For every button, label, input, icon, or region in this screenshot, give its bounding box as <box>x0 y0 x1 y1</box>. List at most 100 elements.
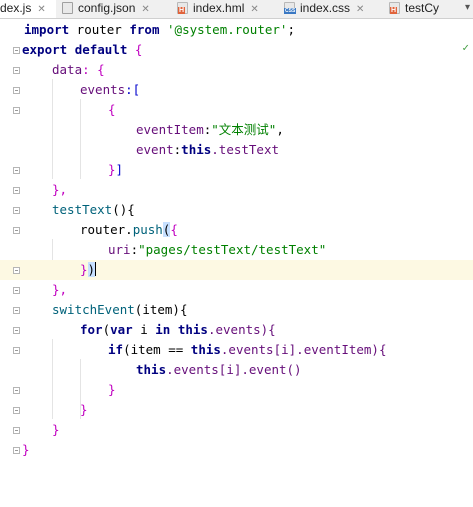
fold-marker-icon[interactable] <box>13 107 20 114</box>
html-file-icon <box>177 2 188 14</box>
function-name: push <box>132 222 163 237</box>
close-icon[interactable]: ✕ <box>141 4 149 15</box>
keyword: this <box>177 322 208 337</box>
keyword: import <box>24 22 70 37</box>
html-file-icon <box>389 2 400 14</box>
property: events <box>80 82 126 97</box>
code-line: switchEvent(item){ <box>0 300 473 320</box>
code-line: testText(){ <box>0 200 473 220</box>
tab-index-hml[interactable]: index.hml ✕ <box>177 0 277 18</box>
code-line: }, <box>0 180 473 200</box>
function-name: switchEvent <box>52 302 135 317</box>
tab-testcy[interactable]: testCy <box>389 0 459 18</box>
punct: (){ <box>112 202 135 217</box>
identifier: i <box>132 322 156 337</box>
keyword: export <box>22 42 68 57</box>
code-line: } <box>0 380 473 400</box>
punct: ( <box>102 322 111 337</box>
tab-menu-chevron-icon[interactable]: ▾ <box>465 0 470 16</box>
tab-label: config.json <box>78 1 136 15</box>
tab-index-css[interactable]: index.css ✕ <box>284 0 384 18</box>
string: "文本测试" <box>211 122 277 137</box>
fold-marker-icon[interactable] <box>13 387 20 394</box>
brace: { <box>170 222 178 237</box>
property: .testText <box>211 142 280 157</box>
string: "pages/testText/testText" <box>138 242 327 257</box>
code-line: uri:"pages/testText/testText" <box>0 240 473 260</box>
brace: } <box>80 262 88 277</box>
editor-tab-bar: dex.js ✕ config.json ✕ index.hml ✕ index.cs… <box>0 0 473 19</box>
tab-label: index.hml <box>193 1 245 15</box>
identifier: (item == <box>123 342 191 357</box>
fold-marker-icon[interactable] <box>13 67 20 74</box>
fold-marker-icon[interactable] <box>13 87 20 94</box>
keyword: in <box>155 322 171 337</box>
property: eventItem <box>136 122 204 137</box>
punct: , <box>276 122 284 137</box>
fold-marker-icon[interactable] <box>13 327 20 334</box>
keyword: default <box>74 42 128 57</box>
brace: } <box>80 402 88 417</box>
keyword: from <box>129 22 160 37</box>
fold-marker-icon[interactable] <box>13 267 20 274</box>
code-line: { <box>0 100 473 120</box>
brace: } <box>108 382 116 397</box>
property: .events[i].event() <box>166 362 302 377</box>
brace: { <box>108 102 116 117</box>
bracket: :[ <box>125 82 141 97</box>
function-name: testText <box>52 202 113 217</box>
code-line: this.events[i].event() <box>0 360 473 380</box>
fold-marker-icon[interactable] <box>13 287 20 294</box>
fold-marker-icon[interactable] <box>13 227 20 234</box>
fold-marker-icon[interactable] <box>13 407 20 414</box>
string: '@system.router' <box>167 22 288 37</box>
fold-marker-icon[interactable] <box>13 187 20 194</box>
brace: } <box>22 442 30 457</box>
fold-marker-icon[interactable] <box>13 347 20 354</box>
code-line: } <box>0 440 473 460</box>
punct: (item){ <box>134 302 188 317</box>
tab-label: index.css <box>300 1 351 15</box>
code-line: if(item == this.events[i].eventItem){ <box>0 340 473 360</box>
identifier: router. <box>80 222 133 237</box>
brace: { <box>127 42 143 57</box>
property: .events[i].eventItem){ <box>220 342 387 357</box>
code-line: export default { <box>0 40 473 60</box>
close-icon[interactable]: ✕ <box>37 4 45 15</box>
code-line: } <box>0 420 473 440</box>
code-line: events:[ <box>0 80 473 100</box>
current-code-line: }) <box>0 260 473 280</box>
keyword: var <box>110 322 133 337</box>
close-icon[interactable]: ✕ <box>250 4 258 15</box>
tab-config-json[interactable]: config.json ✕ <box>62 0 170 18</box>
identifier: router <box>69 22 130 37</box>
keyword: this <box>190 342 221 357</box>
keyword: this <box>181 142 212 157</box>
fold-marker-icon[interactable] <box>13 427 20 434</box>
tab-label: testCy <box>405 1 440 15</box>
fold-marker-icon[interactable] <box>13 167 20 174</box>
code-line: import router from '@system.router'; <box>0 20 473 40</box>
brace: } <box>108 162 116 177</box>
text-caret <box>95 262 97 276</box>
fold-marker-icon[interactable] <box>13 307 20 314</box>
punct: ; <box>287 22 295 37</box>
brace: } <box>52 422 60 437</box>
code-line: for(var i in this.events){ <box>0 320 473 340</box>
keyword: for <box>80 322 103 337</box>
fold-marker-icon[interactable] <box>13 447 20 454</box>
code-editor[interactable]: ✓ import router from '@system.router'; e… <box>0 19 473 507</box>
punct: : <box>130 242 139 257</box>
code-line: eventItem:"文本测试", <box>0 120 473 140</box>
code-line: data: { <box>0 60 473 80</box>
fold-marker-icon[interactable] <box>13 47 20 54</box>
json-file-icon <box>62 2 73 14</box>
close-icon[interactable]: ✕ <box>356 4 364 15</box>
tab-label: dex.js <box>0 1 32 15</box>
code-line: router.push({ <box>0 220 473 240</box>
tab-index-js[interactable]: dex.js ✕ <box>0 0 56 18</box>
fold-marker-icon[interactable] <box>13 207 20 214</box>
